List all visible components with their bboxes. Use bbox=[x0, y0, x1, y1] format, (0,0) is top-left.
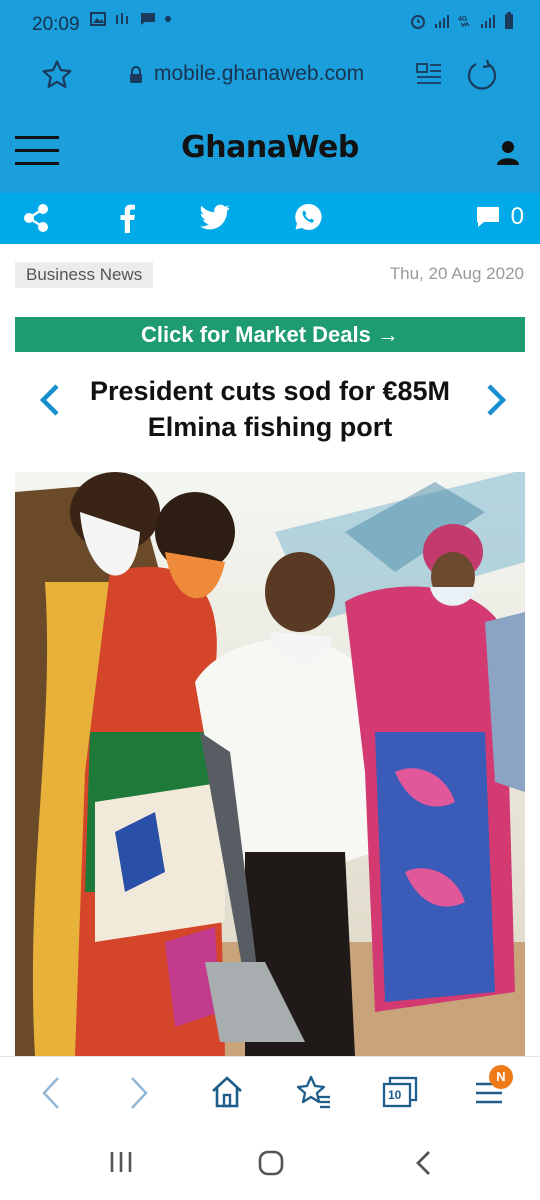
url-field[interactable]: mobile.ghanaweb.com bbox=[154, 62, 364, 86]
home-system-icon[interactable] bbox=[258, 1150, 284, 1176]
reload-icon[interactable] bbox=[466, 58, 500, 92]
address-bar: mobile.ghanaweb.com bbox=[0, 50, 540, 100]
tabs-button[interactable]: 10 bbox=[382, 1075, 418, 1114]
whatsapp-icon[interactable] bbox=[294, 203, 322, 231]
twitter-icon[interactable] bbox=[200, 203, 230, 231]
market-deals-banner[interactable]: Click for Market Deals → bbox=[15, 317, 525, 352]
site-logo[interactable]: GhanaWeb bbox=[0, 130, 540, 165]
facebook-icon[interactable] bbox=[118, 203, 136, 233]
article-photo-illustration bbox=[15, 472, 525, 1056]
category-tag[interactable]: Business News bbox=[15, 262, 154, 288]
notification-icons bbox=[90, 12, 172, 26]
share-icon[interactable] bbox=[22, 203, 50, 233]
reader-mode-icon[interactable] bbox=[414, 60, 444, 90]
network-4g-icon: 4G bbox=[458, 16, 470, 28]
system-back-icon[interactable] bbox=[414, 1150, 434, 1176]
signal-icon-2 bbox=[481, 15, 495, 28]
lock-icon bbox=[130, 66, 142, 83]
status-bar: 20:09 4G bbox=[0, 0, 540, 50]
comment-icon bbox=[476, 207, 499, 227]
menu-new-badge: N bbox=[489, 1065, 513, 1089]
home-icon[interactable] bbox=[210, 1075, 244, 1109]
svg-text:4G: 4G bbox=[458, 16, 468, 23]
previous-article-icon[interactable] bbox=[36, 382, 62, 418]
article-photo bbox=[15, 472, 525, 1056]
next-article-icon[interactable] bbox=[484, 382, 510, 418]
signal-icon bbox=[435, 15, 449, 28]
dot-icon bbox=[165, 16, 171, 22]
system-navigation-bar bbox=[0, 1128, 540, 1200]
comments-link[interactable]: 0 bbox=[475, 203, 524, 231]
battery-icon bbox=[505, 12, 513, 29]
browser-bottom-bar: 10 bbox=[0, 1056, 540, 1128]
site-header: GhanaWeb bbox=[0, 118, 540, 188]
status-time: 20:09 bbox=[32, 14, 80, 35]
tabs-count: 10 bbox=[388, 1088, 402, 1102]
back-icon[interactable] bbox=[38, 1075, 64, 1111]
browser-header: 20:09 4G mobile.ghanaweb.com GhanaWeb bbox=[0, 0, 540, 193]
alarm-icon bbox=[411, 15, 425, 29]
forward-icon[interactable] bbox=[126, 1075, 152, 1111]
bookmark-star-icon[interactable] bbox=[40, 58, 74, 92]
bookmarks-icon[interactable] bbox=[296, 1075, 332, 1109]
article-date: Thu, 20 Aug 2020 bbox=[389, 264, 524, 283]
system-status-icons: 4G bbox=[410, 12, 514, 30]
app-notification-icon bbox=[116, 13, 128, 24]
share-bar: 0 bbox=[0, 193, 540, 244]
gallery-icon bbox=[90, 12, 106, 26]
comment-count: 0 bbox=[510, 203, 524, 230]
message-icon bbox=[141, 13, 155, 25]
user-account-icon[interactable] bbox=[496, 140, 520, 166]
recent-apps-icon[interactable] bbox=[108, 1150, 134, 1174]
article-headline: President cuts sod for €85M Elmina fishi… bbox=[89, 376, 451, 442]
